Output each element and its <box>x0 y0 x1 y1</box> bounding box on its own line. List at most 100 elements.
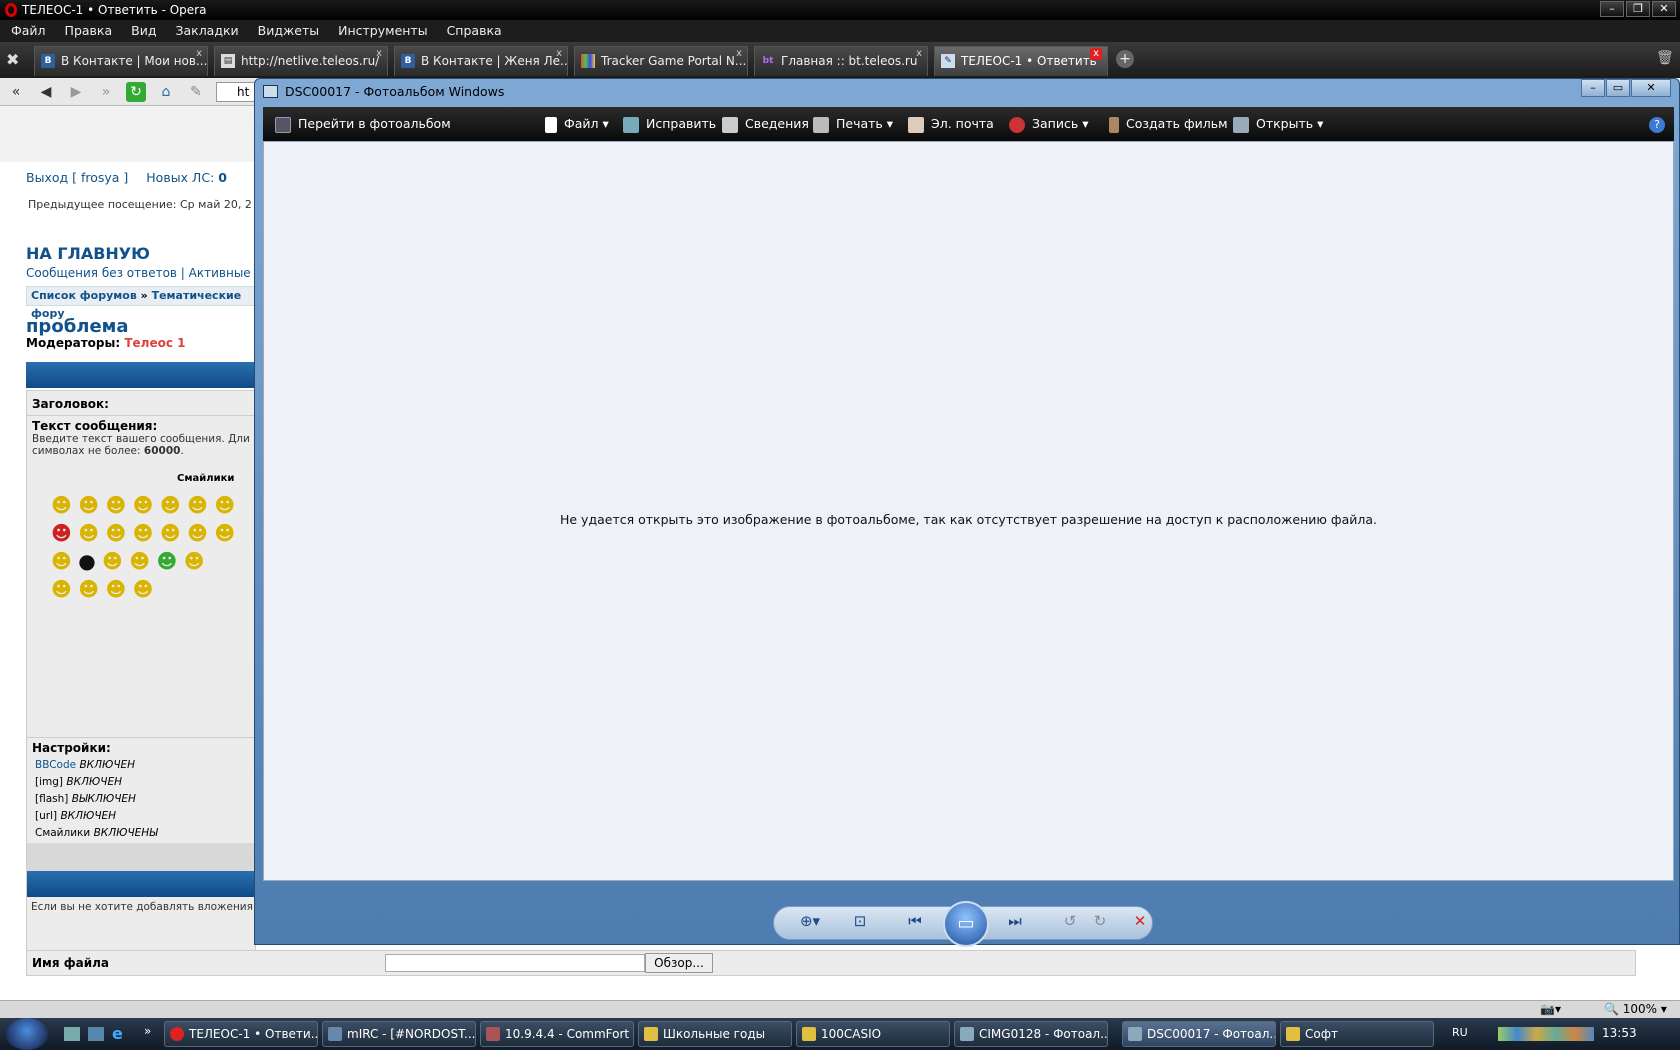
trash-icon[interactable]: 🗑 <box>1656 50 1674 66</box>
info-button[interactable]: Сведения <box>722 107 809 141</box>
smiley-icon[interactable]: ☻ <box>78 577 99 601</box>
smiley-icon[interactable]: ☻ <box>214 493 235 517</box>
slideshow-button[interactable]: ▭ <box>943 901 989 947</box>
taskbar-item-school-years[interactable]: Школьные годы <box>638 1021 792 1047</box>
burn-menu-button[interactable]: Запись ▾ <box>1009 107 1088 141</box>
switch-windows-icon[interactable] <box>88 1027 104 1041</box>
tab-teleos-reply[interactable]: ✎ ТЕЛЕОС-1 • Ответить x <box>934 46 1108 76</box>
menu-edit[interactable]: Правка <box>65 20 113 42</box>
pv-minimize-button[interactable]: – <box>1581 79 1605 97</box>
zoom-control[interactable]: 🔍 100% ▾ <box>1604 1002 1667 1016</box>
smiley-icon[interactable]: ☻ <box>133 577 154 601</box>
pv-maximize-button[interactable]: ▭ <box>1606 79 1630 97</box>
pv-close-button[interactable]: ✕ <box>1631 79 1671 97</box>
email-button[interactable]: Эл. почта <box>908 107 994 141</box>
show-desktop-icon[interactable] <box>64 1027 80 1041</box>
browse-button[interactable]: Обзор... <box>645 953 713 973</box>
tab-bt-teleos[interactable]: bt Главная :: bt.teleos.ru x <box>754 46 928 76</box>
smiley-icon[interactable]: ☻ <box>187 493 208 517</box>
minimize-button[interactable]: – <box>1600 1 1624 17</box>
tab-close-icon[interactable]: x <box>736 48 742 60</box>
close-button[interactable]: ✕ <box>1652 1 1676 17</box>
smiley-icon[interactable]: ☻ <box>78 493 99 517</box>
next-icon[interactable]: ⏭ <box>1003 909 1027 933</box>
taskbar-item-commfort[interactable]: 10.9.4.4 - CommFort <box>480 1021 634 1047</box>
start-button[interactable] <box>6 1018 48 1050</box>
taskbar-item-mirc[interactable]: mIRC - [#NORDOST... <box>322 1021 476 1047</box>
bomb-smiley-icon[interactable]: ● <box>78 549 95 573</box>
taskbar-item-opera[interactable]: ТЕЛЕОС-1 • Ответи... <box>164 1021 318 1047</box>
back-icon[interactable]: ◀ <box>36 82 56 102</box>
file-menu-button[interactable]: Файл ▾ <box>545 107 609 141</box>
camera-icon[interactable]: 📷▾ <box>1540 1002 1561 1016</box>
smiley-icon[interactable]: ☻ <box>105 521 126 545</box>
new-pm-link[interactable]: Новых ЛС: <box>146 170 214 185</box>
fit-size-icon[interactable]: ⊡ <box>848 909 872 933</box>
smiley-icon[interactable]: ☻ <box>51 493 72 517</box>
tab-close-icon[interactable]: x <box>916 48 922 60</box>
smiley-icon[interactable]: ☻ <box>51 549 72 573</box>
smiley-icon[interactable]: ☻ <box>184 549 205 573</box>
language-indicator[interactable]: RU <box>1452 1026 1468 1039</box>
moderator-link[interactable]: Телеос 1 <box>124 336 185 350</box>
fix-button[interactable]: Исправить <box>623 107 716 141</box>
zoom-icon[interactable]: ⊕▾ <box>798 909 822 933</box>
fast-forward-icon[interactable]: » <box>96 82 116 102</box>
smiley-icon[interactable]: ☻ <box>105 493 126 517</box>
previous-icon[interactable]: ⏮ <box>903 909 927 933</box>
goto-album-button[interactable]: Перейти в фотоальбом <box>275 107 451 141</box>
smiley-icon[interactable]: ☻ <box>133 521 154 545</box>
quick-launch-more-icon[interactable]: » <box>144 1024 151 1038</box>
tab-close-icon[interactable]: x <box>1090 48 1102 60</box>
menu-view[interactable]: Вид <box>131 20 156 42</box>
tools-icon[interactable]: ✖ <box>6 50 19 69</box>
maximize-button[interactable]: ❐ <box>1626 1 1650 17</box>
forum-links[interactable]: Сообщения без ответов | Активные те <box>26 266 269 280</box>
smiley-icon[interactable]: ☻ <box>160 521 181 545</box>
rotate-left-icon[interactable]: ↺ <box>1058 909 1082 933</box>
delete-icon[interactable]: ✕ <box>1128 909 1152 933</box>
tab-close-icon[interactable]: x <box>196 48 202 60</box>
taskbar-item-100casio[interactable]: 100CASIO <box>796 1021 950 1047</box>
smiley-icon[interactable]: ☻ <box>129 549 150 573</box>
print-menu-button[interactable]: Печать ▾ <box>813 107 893 141</box>
tab-vk-news[interactable]: BВ Контакте | Мои нов... x <box>34 46 208 76</box>
taskbar-item-dsc00017[interactable]: DSC00017 - Фотоал... <box>1122 1021 1276 1047</box>
devil-smiley-icon[interactable]: ☻ <box>51 521 72 545</box>
tray-clock[interactable]: 13:53 <box>1602 1026 1637 1040</box>
menu-file[interactable]: Файл <box>11 20 46 42</box>
tab-tracker[interactable]: Tracker Game Portal N... x <box>574 46 748 76</box>
help-icon[interactable]: ? <box>1649 107 1665 141</box>
menu-help[interactable]: Справка <box>447 20 502 42</box>
forward-icon[interactable]: ▶ <box>66 82 86 102</box>
ie-icon[interactable]: e <box>112 1024 123 1043</box>
reload-icon[interactable]: ↻ <box>126 82 146 102</box>
tray-icons[interactable] <box>1498 1027 1594 1041</box>
home-icon[interactable]: ⌂ <box>156 82 176 102</box>
menu-bookmarks[interactable]: Закладки <box>175 20 238 42</box>
file-input[interactable] <box>385 954 645 972</box>
tab-close-icon[interactable]: x <box>376 48 382 60</box>
rewind-icon[interactable]: « <box>6 82 26 102</box>
topic-title[interactable]: проблема <box>26 316 129 337</box>
edit-icon[interactable]: ✎ <box>186 82 206 102</box>
smiley-icon[interactable]: ☻ <box>78 521 99 545</box>
rotate-right-icon[interactable]: ↻ <box>1088 909 1112 933</box>
breadcrumb-forums[interactable]: Список форумов <box>31 289 137 302</box>
taskbar-item-soft[interactable]: Софт <box>1280 1021 1434 1047</box>
menu-widgets[interactable]: Виджеты <box>258 20 319 42</box>
smiley-icon[interactable]: ☻ <box>187 521 208 545</box>
address-field[interactable]: ht <box>216 82 256 102</box>
tab-netlive[interactable]: ▤ http://netlive.teleos.ru/x <box>214 46 388 76</box>
smiley-icon[interactable]: ☻ <box>133 493 154 517</box>
smiley-icon[interactable]: ☻ <box>51 577 72 601</box>
tab-vk-zhenya[interactable]: BВ Контакте | Женя Ле... x <box>394 46 568 76</box>
taskbar-item-cimg0128[interactable]: CIMG0128 - Фотоал... <box>954 1021 1108 1047</box>
smiley-icon[interactable]: ☻ <box>160 493 181 517</box>
home-link[interactable]: НА ГЛАВНУЮ <box>26 244 150 263</box>
tab-close-icon[interactable]: x <box>556 48 562 60</box>
smiley-icon[interactable]: ☻ <box>214 521 235 545</box>
smiley-icon[interactable]: ☻ <box>105 577 126 601</box>
smiley-icon[interactable]: ☻ <box>156 549 177 573</box>
new-tab-button[interactable]: + <box>1116 50 1134 68</box>
